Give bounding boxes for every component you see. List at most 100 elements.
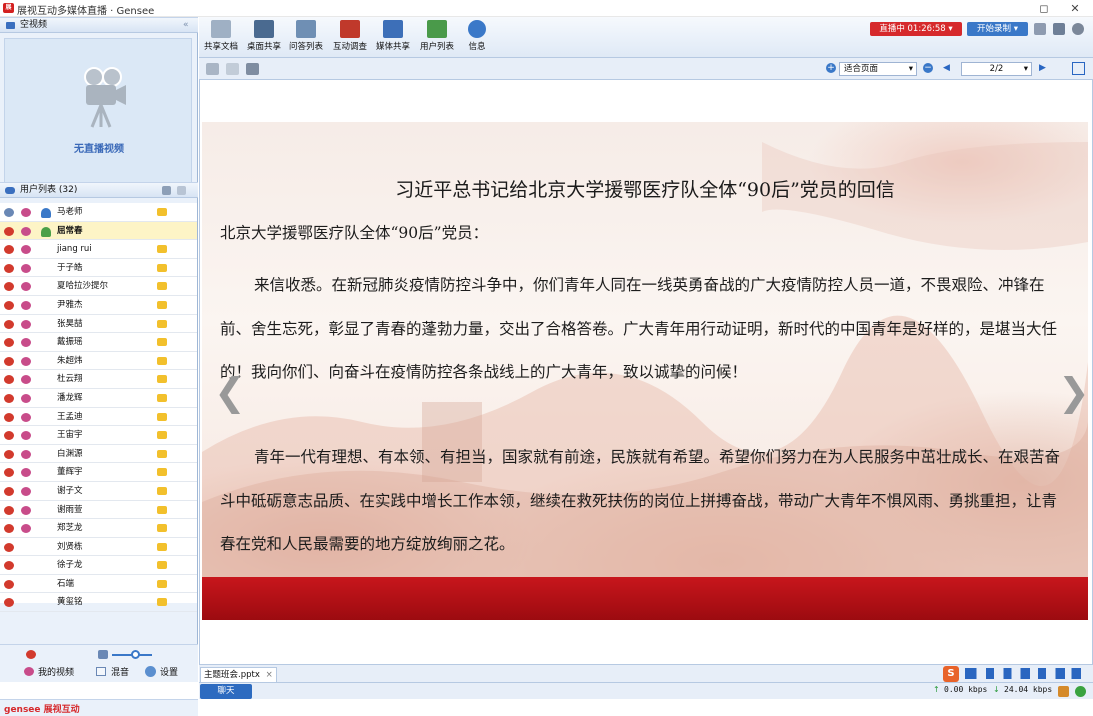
zoom-in-icon[interactable]: + — [826, 63, 836, 73]
chat-bubble-icon[interactable] — [157, 431, 167, 440]
chat-bubble-icon[interactable] — [157, 245, 167, 254]
page-select[interactable]: 2/2 ▾ — [961, 62, 1032, 76]
user-row[interactable]: 潘龙辉 — [0, 389, 197, 408]
user-row[interactable]: 白渊源 — [0, 445, 197, 464]
zoom-out-icon[interactable]: − — [923, 63, 933, 73]
user-row[interactable]: 马老师 — [0, 203, 197, 222]
doc-tab[interactable]: 主题班会.pptx × — [200, 667, 277, 682]
chat-button[interactable]: 聊天 — [200, 684, 252, 699]
user-row[interactable]: 谢雨萱 — [0, 501, 197, 520]
speaker-icon[interactable] — [98, 650, 108, 659]
hand-raise-icon[interactable] — [1034, 23, 1046, 35]
next-page-icon[interactable]: ▶ — [1039, 63, 1046, 73]
user-row[interactable]: jiang rui — [0, 240, 197, 259]
user-row[interactable]: 黄玺铭 — [0, 593, 197, 613]
mic-status-icon — [4, 338, 14, 348]
share-doc-button[interactable]: 共享文档 — [202, 20, 240, 56]
settings-gear-icon[interactable] — [1072, 23, 1084, 35]
fullscreen-icon[interactable] — [1072, 62, 1085, 75]
layout-icon[interactable] — [1053, 23, 1065, 35]
sort-icon[interactable] — [177, 186, 186, 195]
user-name: 朱超炜 — [57, 355, 83, 366]
user-row[interactable]: 尹雅杰 — [0, 296, 197, 315]
user-row[interactable]: 杜云翔 — [0, 370, 197, 389]
chat-bubble-icon[interactable] — [157, 579, 167, 588]
chat-bubble-icon[interactable] — [157, 356, 167, 365]
info-button[interactable]: 信息 — [462, 20, 492, 56]
volume-knob[interactable] — [131, 650, 140, 659]
mic-off-icon[interactable] — [26, 650, 36, 659]
media-share-button[interactable]: 媒体共享 — [374, 20, 412, 56]
user-row[interactable]: 于子皓 — [0, 259, 197, 278]
user-list-button[interactable]: 用户列表 — [417, 20, 457, 56]
hand-icon[interactable] — [162, 186, 171, 195]
collapse-icon[interactable]: « — [183, 18, 189, 32]
chat-bubble-icon[interactable] — [157, 412, 167, 421]
chat-bubble-icon[interactable] — [157, 319, 167, 328]
user-row[interactable]: 徐子龙 — [0, 556, 197, 575]
poll-button[interactable]: 互动调查 — [330, 20, 370, 56]
slide-paragraph-1: 来信收悉。在新冠肺炎疫情防控斗争中，你们青年人同在一线英勇奋战的广大疫情防控人员… — [220, 276, 1058, 381]
camera-status-icon — [21, 300, 31, 310]
my-video-label: 我的视频 — [38, 668, 75, 678]
chat-bubble-icon[interactable] — [157, 393, 167, 402]
user-row[interactable]: 戴振瑶 — [0, 333, 197, 352]
user-row[interactable]: 王宙宇 — [0, 426, 197, 445]
doc-tab-label: 主题班会.pptx — [204, 670, 260, 680]
mic-status-icon — [4, 431, 14, 441]
poll-icon — [340, 20, 360, 38]
mic-status-icon — [4, 208, 14, 217]
restore-button[interactable]: ◻ — [1036, 1, 1052, 16]
mic-status-icon — [4, 468, 14, 478]
screenshot-icon[interactable] — [246, 63, 259, 75]
chat-bubble-icon[interactable] — [157, 375, 167, 384]
user-list: 马老师 屈常春 jiang rui 于子皓 夏哈拉沙提尔 尹雅杰 张昊喆 戴振瑶朱超炜杜云翔潘… — [0, 203, 197, 613]
chat-bubble-icon[interactable] — [157, 449, 167, 458]
user-row[interactable]: 王孟迪 — [0, 408, 197, 427]
live-status-button[interactable]: 直播中 01:26:58 ▾ — [870, 22, 962, 36]
chat-bubble-icon[interactable] — [157, 598, 167, 607]
next-slide-chevron[interactable]: ❯ — [1058, 370, 1090, 414]
chat-bubble-icon[interactable] — [157, 486, 167, 495]
chat-bubble-icon[interactable] — [157, 282, 167, 291]
open-folder-icon[interactable] — [206, 63, 219, 75]
user-row[interactable]: 屈常春 — [0, 221, 197, 241]
chat-bubble-icon[interactable] — [157, 542, 167, 551]
user-list-icon — [427, 20, 447, 38]
chat-bubble-icon[interactable] — [157, 561, 167, 570]
user-row[interactable]: 朱超炜 — [0, 352, 197, 371]
user-row[interactable]: 谢子文 — [0, 482, 197, 501]
chat-bubble-icon[interactable] — [157, 263, 167, 272]
close-button[interactable]: ✕ — [1067, 1, 1083, 16]
camera-status-icon — [21, 226, 31, 236]
sogou-ime-icon[interactable]: S — [943, 666, 959, 682]
userlist-title: 用户列表 (32) — [20, 185, 78, 195]
user-row[interactable]: 董辉宇 — [0, 463, 197, 482]
user-row[interactable]: 郑芝龙 — [0, 519, 197, 538]
close-tab-icon[interactable]: × — [266, 670, 273, 680]
qa-list-icon — [296, 20, 316, 38]
ime-toolbar-icons[interactable] — [965, 668, 1081, 679]
user-row[interactable]: 夏哈拉沙提尔 — [0, 277, 197, 296]
camera-status-icon — [21, 468, 31, 478]
new-doc-icon[interactable] — [226, 63, 239, 75]
fit-page-select[interactable]: 适合页面 ▾ — [839, 62, 917, 76]
camera-status-icon — [21, 524, 31, 534]
chat-bubble-icon[interactable] — [157, 468, 167, 477]
desktop-share-button[interactable]: 桌面共享 — [244, 20, 284, 56]
chat-bubble-icon[interactable] — [157, 338, 167, 347]
record-button[interactable]: 开始录制 ▾ — [967, 22, 1028, 36]
chat-bubble-icon[interactable] — [157, 300, 167, 309]
user-row[interactable]: 刘贤栋 — [0, 538, 197, 557]
chat-bubble-icon[interactable] — [157, 524, 167, 533]
status-bar: 聊天 ↑ 0.00 kbps ↓ 24.04 kbps — [199, 682, 1093, 699]
camera-off-icon — [24, 667, 34, 676]
qa-list-button[interactable]: 问答列表 — [287, 20, 325, 56]
user-row[interactable]: 张昊喆 — [0, 315, 197, 334]
camera-status-icon — [21, 505, 31, 515]
chat-bubble-icon[interactable] — [157, 505, 167, 514]
chat-bubble-icon[interactable] — [157, 208, 167, 216]
user-row[interactable]: 石端 — [0, 575, 197, 594]
prev-slide-chevron[interactable]: ❮ — [214, 370, 246, 414]
prev-page-icon[interactable]: ◀ — [943, 63, 950, 73]
